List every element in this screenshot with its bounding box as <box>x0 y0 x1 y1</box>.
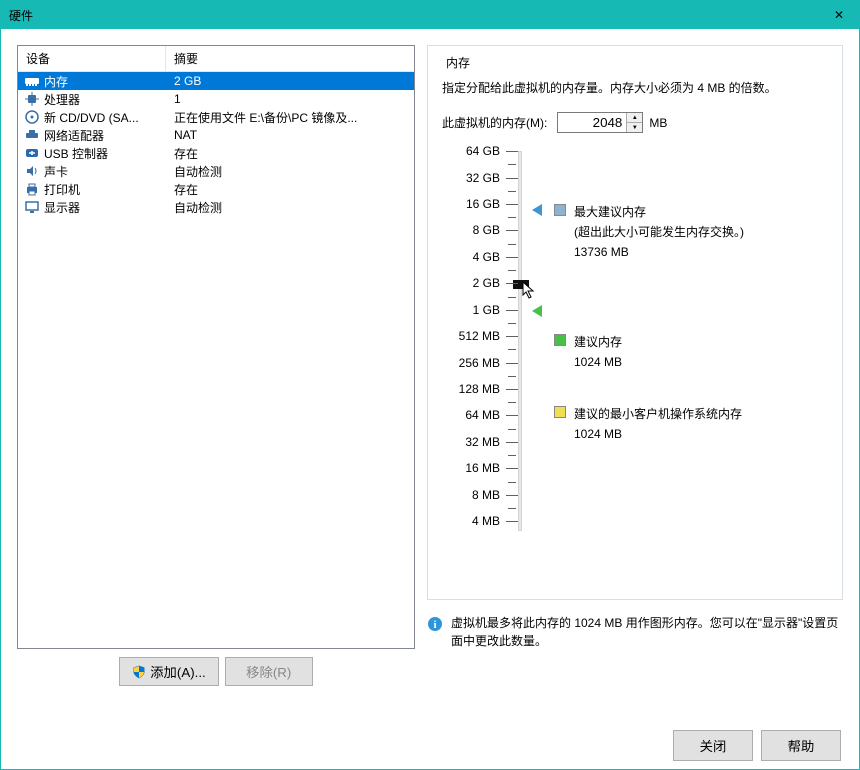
info-icon: i <box>427 616 443 632</box>
slider-thumb[interactable] <box>513 280 529 289</box>
device-summary: 2 GB <box>166 74 414 88</box>
remove-button-label: 移除(R) <box>246 662 291 681</box>
device-name: 新 CD/DVD (SA... <box>44 109 139 126</box>
help-button[interactable]: 帮助 <box>761 730 841 761</box>
memory-slider[interactable] <box>506 151 536 531</box>
legend-max-icon <box>554 204 566 216</box>
device-name: 处理器 <box>44 91 80 108</box>
memory-spinbox[interactable]: ▲ ▼ <box>557 112 643 133</box>
close-dialog-button[interactable]: 关闭 <box>673 730 753 761</box>
list-header: 设备 摘要 <box>18 46 414 72</box>
cd-icon <box>24 109 40 125</box>
device-summary: NAT <box>166 128 414 142</box>
slider-tick-label: 64 GB <box>466 144 500 158</box>
slider-tick-label: 2 GB <box>473 276 500 290</box>
device-summary: 存在 <box>166 181 414 198</box>
table-row[interactable]: 内存 2 GB <box>18 72 414 90</box>
spin-down[interactable]: ▼ <box>627 123 642 132</box>
header-summary[interactable]: 摘要 <box>166 46 414 71</box>
device-summary: 存在 <box>166 145 414 162</box>
add-button-label: 添加(A)... <box>150 662 206 681</box>
device-summary: 自动检测 <box>166 163 414 180</box>
memory-desc: 指定分配给此虚拟机的内存量。内存大小必须为 4 MB 的倍数。 <box>442 79 828 98</box>
table-row[interactable]: 处理器 1 <box>18 90 414 108</box>
slider-tick-label: 128 MB <box>459 382 500 396</box>
slider-tick-label: 4 GB <box>473 250 500 264</box>
legend-rec-title: 建议内存 <box>574 333 622 351</box>
memory-fieldset: 内存 指定分配给此虚拟机的内存量。内存大小必须为 4 MB 的倍数。 此虚拟机的… <box>427 45 843 600</box>
device-name: 网络适配器 <box>44 127 104 144</box>
device-list: 设备 摘要 内存 2 GB 处理器 1 新 CD/DVD (SA... 正在使用文件 E:… <box>17 45 415 649</box>
net-icon <box>24 127 40 143</box>
slider-tick-label: 64 MB <box>465 408 500 422</box>
remove-button: 移除(R) <box>225 657 313 686</box>
cpu-icon <box>24 91 40 107</box>
memory-icon <box>24 73 40 89</box>
table-row[interactable]: 打印机 存在 <box>18 180 414 198</box>
slider-tick-label: 32 GB <box>466 171 500 185</box>
memory-input-label: 此虚拟机的内存(M): <box>442 114 547 131</box>
add-button[interactable]: 添加(A)... <box>119 657 219 686</box>
usb-icon <box>24 145 40 161</box>
table-row[interactable]: 显示器 自动检测 <box>18 198 414 216</box>
device-name: USB 控制器 <box>44 145 108 162</box>
printer-icon <box>24 181 40 197</box>
device-summary: 自动检测 <box>166 199 414 216</box>
device-summary: 正在使用文件 E:\备份\PC 镜像及... <box>166 109 414 126</box>
legend-max-note: (超出此大小可能发生内存交换。) <box>574 223 744 241</box>
header-device[interactable]: 设备 <box>18 46 166 71</box>
close-icon: ✕ <box>834 8 844 22</box>
legend-min-value: 1024 MB <box>574 425 742 443</box>
memory-title: 内存 <box>442 54 474 71</box>
window-title: 硬件 <box>9 7 33 24</box>
memory-unit: MB <box>649 116 667 130</box>
slider-tick-label: 1 GB <box>473 303 500 317</box>
slider-tick-label: 256 MB <box>459 356 500 370</box>
legend-rec-icon <box>554 334 566 346</box>
svg-text:i: i <box>433 619 436 631</box>
table-row[interactable]: 网络适配器 NAT <box>18 126 414 144</box>
table-row[interactable]: 新 CD/DVD (SA... 正在使用文件 E:\备份\PC 镜像及... <box>18 108 414 126</box>
device-name: 打印机 <box>44 181 80 198</box>
legend-rec-value: 1024 MB <box>574 353 622 371</box>
slider-tick-label: 16 MB <box>465 461 500 475</box>
legend-min-title: 建议的最小客户机操作系统内存 <box>574 405 742 423</box>
legend-max-value: 13736 MB <box>574 243 744 261</box>
device-name: 显示器 <box>44 199 80 216</box>
slider-tick-label: 8 GB <box>473 223 500 237</box>
spin-up[interactable]: ▲ <box>627 113 642 123</box>
close-button[interactable]: ✕ <box>819 1 859 29</box>
legend-min-icon <box>554 406 566 418</box>
device-name: 内存 <box>44 73 68 90</box>
sound-icon <box>24 163 40 179</box>
device-summary: 1 <box>166 92 414 106</box>
table-row[interactable]: 声卡 自动检测 <box>18 162 414 180</box>
table-row[interactable]: USB 控制器 存在 <box>18 144 414 162</box>
slider-tick-label: 16 GB <box>466 197 500 211</box>
slider-tick-label: 32 MB <box>465 435 500 449</box>
max-marker <box>532 204 542 216</box>
rec-marker <box>532 305 542 317</box>
display-icon <box>24 199 40 215</box>
titlebar: 硬件 ✕ <box>1 1 859 29</box>
slider-tick-label: 8 MB <box>472 488 500 502</box>
slider-tick-label: 4 MB <box>472 514 500 528</box>
memory-input[interactable] <box>558 113 626 132</box>
legend-max-title: 最大建议内存 <box>574 203 744 221</box>
device-name: 声卡 <box>44 163 68 180</box>
shield-icon <box>132 665 146 679</box>
info-text: 虚拟机最多将此内存的 1024 MB 用作图形内存。您可以在"显示器"设置页面中… <box>451 614 843 650</box>
slider-tick-label: 512 MB <box>459 329 500 343</box>
